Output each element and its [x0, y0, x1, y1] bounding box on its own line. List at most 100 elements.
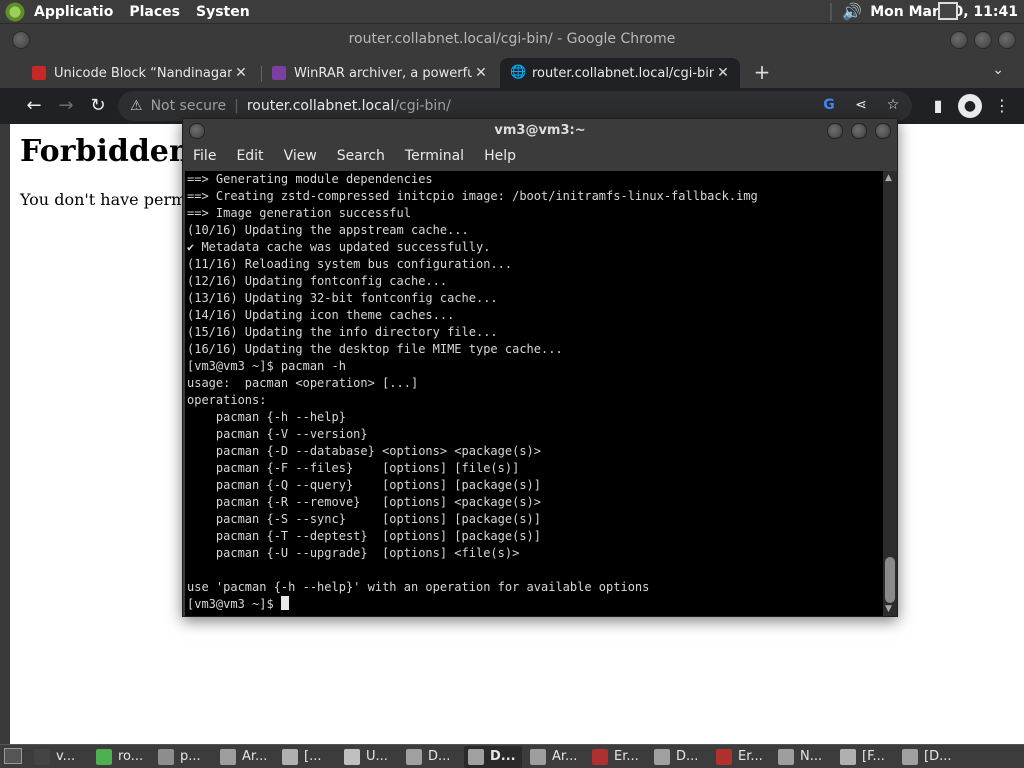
scroll-up-icon[interactable]: ▲ [885, 173, 892, 183]
taskbar-item[interactable]: p... [154, 746, 212, 768]
taskbar-item[interactable]: Er... [712, 746, 770, 768]
window-menu-button[interactable] [189, 123, 205, 139]
maximize-button[interactable] [974, 31, 992, 49]
terminal-line: (16/16) Updating the desktop file MIME t… [187, 342, 563, 356]
system-menu[interactable]: Systen [196, 4, 258, 20]
taskbar-item-label: Er... [738, 749, 763, 764]
close-icon[interactable]: ✕ [472, 65, 490, 81]
taskbar-item[interactable]: D... [402, 746, 460, 768]
terminal-menubar: File Edit View Search Terminal Help [183, 143, 897, 169]
menu-kebab-icon[interactable]: ⋮ [990, 94, 1014, 118]
taskbar-item[interactable]: ro... [92, 746, 150, 768]
window-menu-button[interactable] [12, 31, 30, 49]
text-file-icon [344, 748, 360, 765]
terminal-prompt: [vm3@vm3 ~]$ [187, 597, 281, 611]
tab-search-button[interactable]: ⌄ [992, 62, 1004, 78]
tab-unicode[interactable]: Unicode Block “Nandinagari” ✕ [22, 58, 258, 88]
places-menu[interactable]: Places [129, 4, 188, 20]
reload-icon[interactable]: ↻ [86, 94, 110, 118]
maximize-button[interactable] [851, 123, 867, 139]
side-panel-icon[interactable]: ▮ [926, 94, 950, 118]
tab-router[interactable]: 🌐 router.collabnet.local/cgi-bin/ ✕ [500, 58, 740, 88]
terminal-scrollbar[interactable]: ▲ ▼ [883, 171, 897, 616]
tab-title: Unicode Block “Nandinagari” [54, 65, 232, 81]
workspace-switcher[interactable] [938, 2, 958, 20]
minimize-button[interactable] [950, 31, 968, 49]
terminal-line: pacman {-V --version} [187, 427, 368, 441]
terminal-output[interactable]: ==> Generating module dependencies ==> Cr… [185, 171, 883, 616]
taskbar-item[interactable]: Er... [588, 746, 646, 768]
address-bar[interactable]: ⚠ Not secure | router.collabnet.local /c… [118, 91, 912, 121]
bookmark-star-icon[interactable]: ☆ [882, 97, 904, 115]
terminal-line: ✔ Metadata cache was updated successfull… [187, 240, 491, 254]
chrome-window-title: router.collabnet.local/cgi-bin/ - Google… [348, 31, 676, 47]
terminal-line: pacman {-S --sync} [options] [package(s)… [187, 512, 542, 526]
taskbar-item-label: N... [800, 749, 823, 764]
taskbar-item-label: [... [304, 749, 322, 764]
taskbar-item-label: v... [56, 749, 76, 764]
menu-edit[interactable]: Edit [226, 148, 273, 164]
terminal-icon [34, 748, 50, 765]
scrollbar-thumb[interactable] [885, 557, 895, 603]
not-secure-label[interactable]: Not secure [151, 98, 227, 114]
share-icon[interactable]: ⋖ [850, 97, 872, 115]
folder-icon [468, 748, 484, 765]
terminal-line: (11/16) Reloading system bus configurati… [187, 257, 513, 271]
terminal-titlebar[interactable]: vm3@vm3:~ [183, 119, 897, 143]
winrar-favicon-icon [272, 66, 286, 80]
taskbar-item[interactable]: [... [278, 746, 336, 768]
close-icon[interactable]: ✕ [714, 65, 732, 81]
menu-help[interactable]: Help [474, 148, 526, 164]
menu-file[interactable]: File [183, 148, 226, 164]
archive-icon [220, 748, 236, 765]
terminal-prompt-line[interactable]: [vm3@vm3 ~]$ [187, 596, 883, 613]
chrome-icon [96, 748, 112, 765]
forward-arrow-icon[interactable]: → [54, 94, 78, 118]
profile-avatar-icon[interactable]: ● [958, 94, 982, 118]
menu-terminal[interactable]: Terminal [395, 148, 474, 164]
warning-icon[interactable]: ⚠ [130, 98, 143, 114]
taskbar-item[interactable]: [D... [898, 746, 956, 768]
tab-title: WinRAR archiver, a powerful t [294, 65, 472, 81]
bottom-taskbar: v... ro... p... Ar... [... U... D... D... Ar... E… [0, 744, 1024, 768]
applications-menu[interactable]: Applicatio [34, 4, 121, 20]
taskbar-item[interactable]: [F... [836, 746, 894, 768]
address-divider: | [234, 98, 239, 114]
file-manager-icon [158, 748, 174, 765]
google-icon[interactable]: G [818, 97, 840, 115]
taskbar-item-label: D... [490, 749, 516, 764]
minimize-button[interactable] [827, 123, 843, 139]
omnibox-actions: G ⋖ ☆ [808, 97, 904, 115]
menu-search[interactable]: Search [327, 148, 395, 164]
tab-winrar[interactable]: WinRAR archiver, a powerful t ✕ [262, 58, 498, 88]
taskbar-item-label: p... [180, 749, 201, 764]
taskbar-item[interactable]: Ar... [216, 746, 274, 768]
top-panel: Applicatio Places Systen 🔊 Mon Mar 20, 1… [0, 0, 1024, 24]
archive-icon [778, 748, 794, 765]
scroll-down-icon[interactable]: ▼ [885, 604, 892, 614]
close-icon[interactable]: ✕ [232, 65, 250, 81]
taskbar-item[interactable]: D... [464, 745, 522, 768]
taskbar-item[interactable]: D... [650, 746, 708, 768]
terminal-window: vm3@vm3:~ File Edit View Search Terminal… [182, 118, 898, 617]
taskbar-item[interactable]: Ar... [526, 746, 584, 768]
page-left-edge [0, 124, 10, 744]
back-arrow-icon[interactable]: ← [22, 94, 46, 118]
text-cursor [280, 596, 289, 610]
menu-view[interactable]: View [274, 148, 327, 164]
terminal-line: (14/16) Updating icon theme caches... [187, 308, 455, 322]
taskbar-item[interactable]: U... [340, 746, 398, 768]
taskbar-item[interactable]: v... [30, 746, 88, 768]
close-window-button[interactable] [998, 31, 1016, 49]
taskbar-item[interactable]: N... [774, 746, 832, 768]
close-window-button[interactable] [875, 123, 891, 139]
taskbar-item-label: [D... [924, 749, 952, 764]
distro-logo-icon[interactable] [4, 0, 26, 23]
show-desktop-icon[interactable] [4, 748, 22, 764]
wine-icon [716, 748, 732, 765]
speaker-icon[interactable]: 🔊 [842, 3, 862, 21]
terminal-line: pacman {-T --deptest} [options] [package… [187, 529, 542, 543]
terminal-line: ==> Image generation successful [187, 206, 411, 220]
new-tab-button[interactable]: + [752, 62, 772, 82]
chrome-titlebar[interactable]: router.collabnet.local/cgi-bin/ - Google… [0, 24, 1024, 54]
